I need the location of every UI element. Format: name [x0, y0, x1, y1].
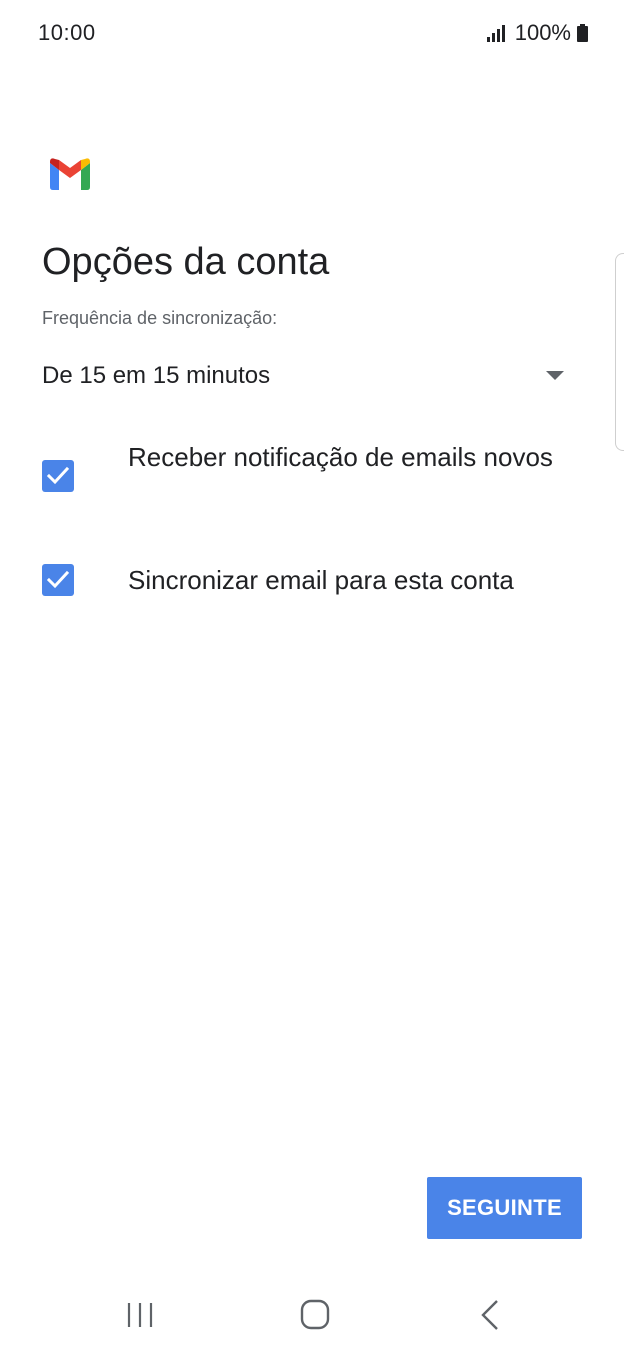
- status-indicators: 100%: [486, 20, 588, 46]
- sync-email-option[interactable]: Sincronizar email para esta conta: [42, 560, 582, 600]
- status-time: 10:00: [38, 20, 96, 45]
- notify-checkbox[interactable]: [42, 460, 74, 492]
- notify-label: Receber notificação de emails novos: [128, 442, 553, 472]
- home-icon[interactable]: [292, 1298, 338, 1332]
- next-button[interactable]: SEGUINTE: [427, 1177, 582, 1239]
- dropdown-arrow-icon: [546, 371, 564, 380]
- edge-panel-handle[interactable]: [615, 253, 624, 451]
- system-navigation-bar: [0, 1272, 624, 1354]
- status-bar: 10:00 100%: [0, 0, 624, 64]
- battery-percent: 100%: [514, 20, 571, 45]
- gmail-logo-icon: [50, 158, 90, 190]
- sync-checkbox[interactable]: [42, 564, 74, 596]
- checkmark-icon: [47, 466, 69, 485]
- signal-bars-icon: [486, 24, 505, 42]
- sync-frequency-value: De 15 em 15 minutos: [42, 362, 271, 389]
- sync-frequency-dropdown[interactable]: De 15 em 15 minutos: [42, 352, 582, 402]
- checkmark-icon: [47, 570, 69, 589]
- notify-new-emails-option[interactable]: Receber notificação de emails novos: [42, 440, 582, 520]
- sync-label: Sincronizar email para esta conta: [128, 565, 514, 595]
- page-title: Opções da conta: [42, 241, 330, 283]
- battery-full-icon: [577, 24, 588, 42]
- back-icon[interactable]: [470, 1298, 510, 1332]
- recents-icon[interactable]: [120, 1300, 160, 1330]
- sync-frequency-label: Frequência de sincronização:: [42, 308, 278, 328]
